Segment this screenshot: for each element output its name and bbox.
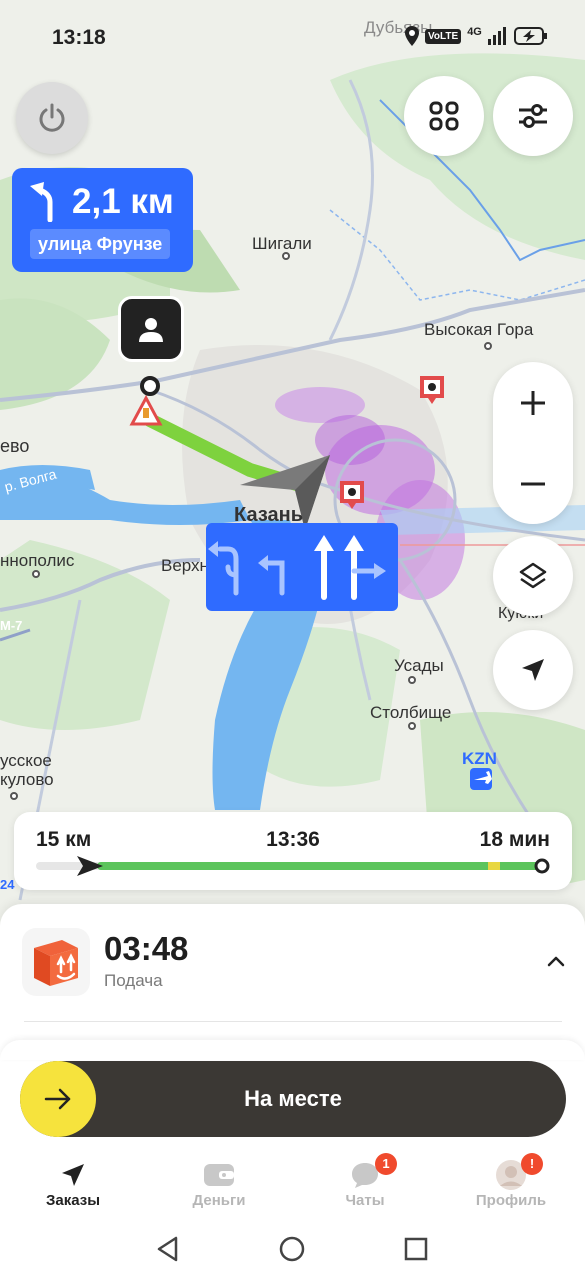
zoom-out-button[interactable]	[493, 443, 573, 524]
map-label-kzn: KZN	[462, 749, 497, 768]
minus-icon	[521, 482, 545, 485]
map-label-evo: ево	[0, 436, 29, 456]
zoom-in-button[interactable]	[493, 362, 573, 443]
map-label-vysokaya-gora: Высокая Гора	[424, 320, 534, 339]
zoom-controls	[493, 362, 573, 524]
tab-bar: Заказы Деньги 1 Чаты ! Профиль	[0, 1150, 585, 1220]
turn-left-icon	[30, 182, 53, 222]
home-icon[interactable]	[279, 1236, 305, 1262]
arrived-swipe-button[interactable]: На месте	[20, 1061, 566, 1137]
plus-icon	[521, 390, 545, 415]
sheet-divider	[24, 1021, 562, 1022]
profile-badge: !	[521, 1153, 543, 1175]
recents-icon[interactable]	[404, 1237, 428, 1261]
route-progress-fill	[97, 862, 546, 870]
location-arrow-icon	[522, 659, 544, 681]
map-label-stolbishche: Столбище	[370, 703, 451, 722]
route-start-point	[140, 376, 160, 396]
map-label-russkoe-2: кулово	[0, 770, 54, 789]
status-bar: 13:18 Дубьязы VoLTE 4G	[0, 0, 585, 76]
power-icon	[39, 103, 65, 132]
lane-arrows-icon	[208, 535, 386, 600]
maneuver-distance: 2,1 км	[72, 182, 174, 221]
widgets-button[interactable]	[404, 76, 484, 156]
person-icon	[139, 318, 163, 342]
tab-chats-label: Чаты	[345, 1192, 385, 1209]
order-status: Подача	[104, 971, 163, 990]
route-duration: 18 мин	[479, 828, 550, 851]
signal-icon	[487, 27, 506, 45]
airport-icon	[470, 768, 492, 790]
tab-money-label: Деньги	[192, 1192, 246, 1209]
route-progress-track	[36, 862, 546, 870]
map-label-road-24: 24	[0, 877, 15, 892]
grid-icon	[429, 101, 459, 131]
route-position-marker	[77, 856, 103, 876]
wallet-icon	[204, 1164, 234, 1186]
map-layers-button[interactable]	[493, 536, 573, 616]
tab-money[interactable]: Деньги	[169, 1150, 269, 1220]
map-label-shigali: Шигали	[252, 234, 312, 253]
status-time: 13:18	[52, 26, 106, 49]
my-location-button[interactable]	[493, 630, 573, 710]
tab-orders-label: Заказы	[45, 1192, 101, 1209]
chevron-up-icon[interactable]	[546, 954, 566, 968]
volte-badge: VoLTE	[425, 28, 462, 44]
order-type-icon	[22, 928, 90, 996]
navigation-arrow-icon	[62, 1164, 84, 1186]
lane-guidance	[206, 523, 398, 611]
system-navigation-bar	[0, 1220, 585, 1280]
online-toggle-button[interactable]	[16, 82, 88, 154]
layers-icon	[519, 562, 547, 589]
sheet-fold	[0, 1040, 585, 1060]
arrow-right-icon	[44, 1088, 71, 1110]
chats-badge: 1	[375, 1153, 397, 1175]
tab-profile[interactable]: ! Профиль	[461, 1150, 561, 1220]
route-progress-card[interactable]: 15 км 13:36 18 мин	[14, 812, 572, 890]
back-icon[interactable]	[156, 1236, 180, 1262]
status-icons: VoLTE 4G	[405, 26, 548, 46]
tab-chats[interactable]: 1 Чаты	[315, 1150, 415, 1220]
location-icon	[405, 26, 419, 46]
battery-charging-icon	[513, 27, 547, 45]
client-location-pin[interactable]	[118, 296, 184, 362]
route-destination-marker	[534, 858, 550, 874]
route-traffic-segment	[488, 862, 500, 870]
settings-button[interactable]	[493, 76, 573, 156]
package-icon	[34, 940, 78, 986]
arrived-button-label: На месте	[244, 1086, 342, 1111]
tab-profile-label: Профиль	[475, 1192, 547, 1209]
network-type: 4G	[467, 26, 482, 38]
tab-orders[interactable]: Заказы	[23, 1150, 123, 1220]
map-label-innopolis: ннополис	[0, 551, 75, 570]
sliders-icon	[519, 104, 547, 128]
map-label-m7: М-7	[0, 618, 22, 633]
map-label-verkh: Верхн	[161, 556, 209, 575]
order-timer: 03:48	[104, 930, 189, 967]
maneuver-card: 2,1 км улица Фрунзе	[12, 168, 193, 272]
maneuver-street: улица Фрунзе	[30, 229, 171, 259]
map-label-russkoe-1: усское	[0, 751, 52, 770]
swipe-handle[interactable]	[20, 1061, 96, 1137]
map-label-usady: Усады	[394, 656, 444, 675]
